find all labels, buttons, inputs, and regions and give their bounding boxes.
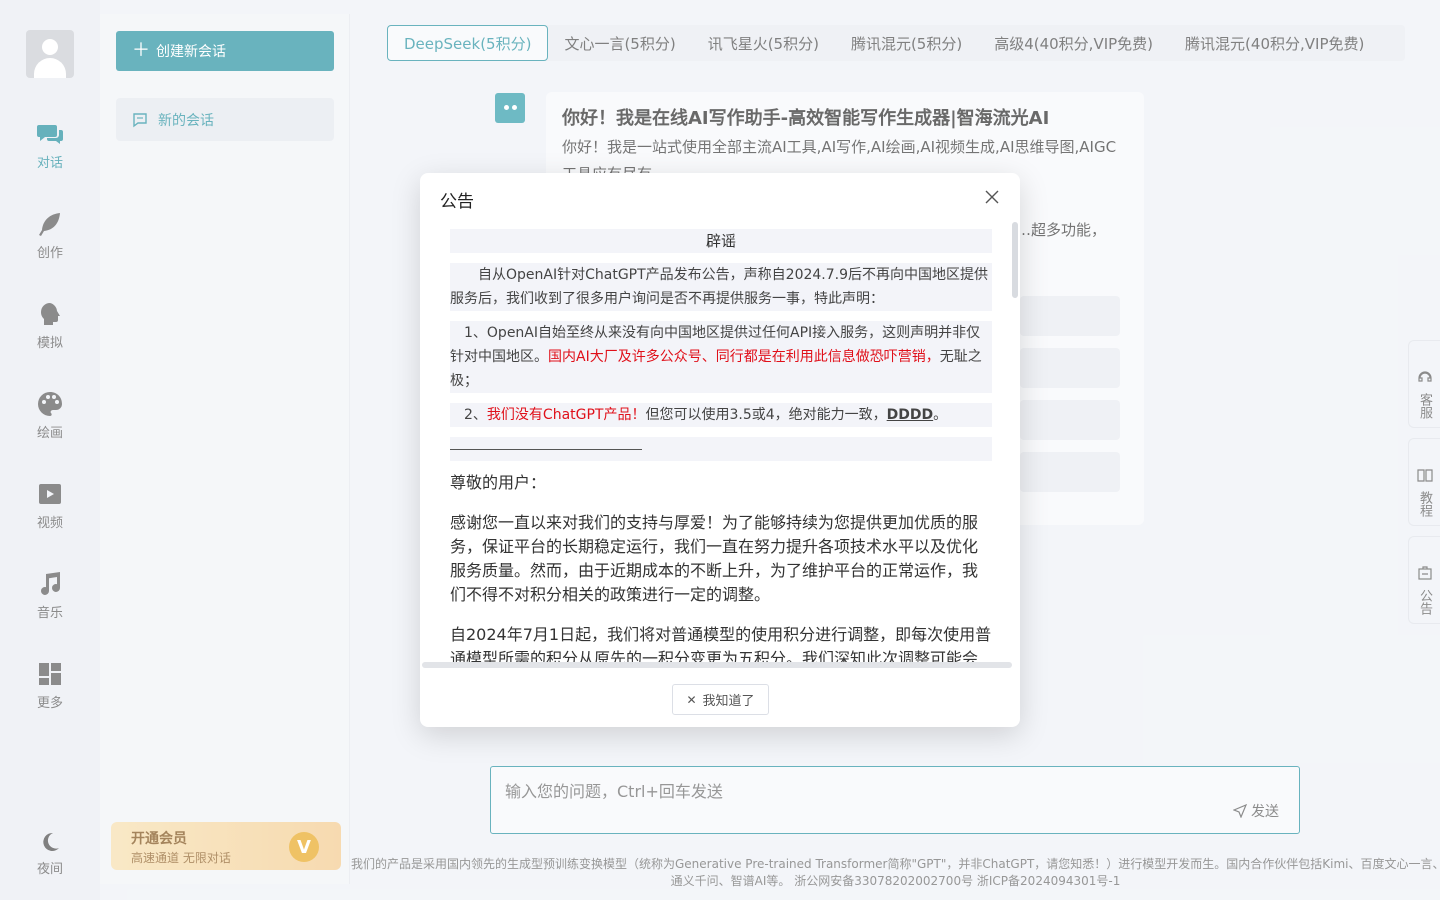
notice-paragraph: 2、我们没有ChatGPT产品！但您可以使用3.5或4，绝对能力一致，DDDD。 — [450, 403, 992, 427]
notice-heading: 辟谣 — [450, 229, 992, 253]
acknowledge-button[interactable]: ✕ 我知道了 — [672, 684, 769, 715]
notice-paragraph: 感谢您一直以来对我们的支持与厚爱！为了能够持续为您提供更加优质的服务，保证平台的… — [450, 513, 979, 604]
dddd-link[interactable]: DDDD — [887, 407, 933, 423]
divider — [450, 437, 992, 461]
modal-title: 公告 — [440, 192, 474, 212]
acknowledge-label: 我知道了 — [702, 694, 755, 709]
notice-paragraph: 自从OpenAI针对ChatGPT产品发布公告，声称自2024.7.9后不再向中… — [450, 263, 992, 311]
close-icon: ✕ — [686, 692, 697, 707]
modal-scrollbar-horizontal[interactable] — [422, 662, 1012, 668]
notice-modal: 公告 辟谣 自从OpenAI针对ChatGPT产品发布公告，声称自2024.7.… — [420, 173, 1020, 727]
modal-scrollbar-vertical[interactable] — [1012, 222, 1018, 298]
notice-greeting: 尊敬的用户： — [450, 473, 547, 492]
modal-body: 辟谣 自从OpenAI针对ChatGPT产品发布公告，声称自2024.7.9后不… — [450, 229, 992, 669]
notice-paragraph: 1、OpenAI自始至终从来没有向中国地区提供过任何API接入服务，这则声明并非… — [450, 321, 992, 393]
close-icon[interactable] — [984, 189, 1000, 205]
